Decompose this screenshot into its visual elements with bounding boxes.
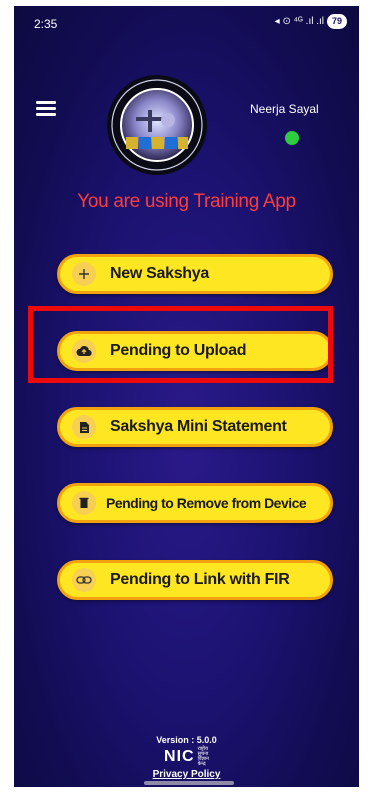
battery-icon: 79 bbox=[327, 14, 347, 29]
document-icon bbox=[72, 415, 96, 439]
pending-to-remove-button[interactable]: Pending to Remove from Device bbox=[57, 483, 333, 523]
user-name: Neerja Sayal bbox=[250, 102, 319, 116]
sakshya-mini-statement-label: Sakshya Mini Statement bbox=[110, 418, 287, 435]
pending-to-link-fir-label: Pending to Link with FIR bbox=[110, 571, 290, 588]
status-icons: ◂ ⊙ ⁴ᴳ .ıl .ıl 79 bbox=[275, 14, 347, 29]
status-time: 2:35 bbox=[34, 17, 58, 31]
privacy-policy-link[interactable]: Privacy Policy bbox=[14, 769, 359, 780]
nic-logo: NIC राष्ट्रीय सूचना विज्ञान केन्द्र bbox=[14, 747, 359, 767]
sakshya-mini-statement-button[interactable]: Sakshya Mini Statement bbox=[57, 407, 333, 447]
signal-icons: ◂ ⊙ ⁴ᴳ .ıl .ıl bbox=[274, 16, 324, 27]
pending-to-link-fir-button[interactable]: Pending to Link with FIR bbox=[57, 560, 333, 600]
plus-icon bbox=[72, 262, 96, 286]
highlight-box bbox=[28, 306, 333, 383]
pending-to-remove-label: Pending to Remove from Device bbox=[106, 495, 307, 511]
home-gesture-bar[interactable] bbox=[144, 781, 234, 785]
app-logo bbox=[107, 75, 207, 175]
trash-icon bbox=[72, 491, 96, 515]
new-sakshya-label: New Sakshya bbox=[110, 265, 209, 282]
status-bar: 2:35 ◂ ⊙ ⁴ᴳ .ıl .ıl 79 bbox=[14, 6, 359, 40]
nic-logo-text: NIC bbox=[164, 748, 195, 765]
hamburger-menu-icon[interactable] bbox=[36, 101, 56, 119]
nic-logo-subtitle: राष्ट्रीय सूचना विज्ञान केन्द्र bbox=[197, 746, 209, 767]
online-status-icon bbox=[285, 131, 299, 145]
new-sakshya-button[interactable]: New Sakshya bbox=[57, 254, 333, 294]
app-screen: 2:35 ◂ ⊙ ⁴ᴳ .ıl .ıl 79 Neerja Sayal You … bbox=[14, 6, 359, 787]
training-notice: You are using Training App bbox=[77, 191, 296, 212]
link-icon bbox=[72, 568, 96, 592]
footer: Version : 5.0.0 NIC राष्ट्रीय सूचना विज्… bbox=[14, 735, 359, 780]
app-version: Version : 5.0.0 bbox=[156, 735, 217, 745]
